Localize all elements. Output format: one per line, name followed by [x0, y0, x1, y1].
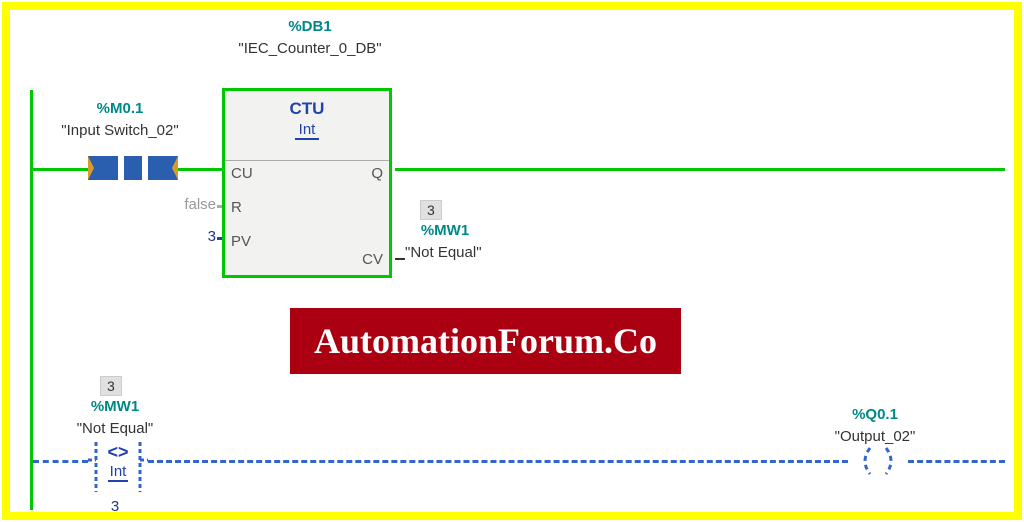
- ctu-header: CTU Int: [225, 91, 389, 161]
- normally-open-contact[interactable]: [88, 153, 178, 183]
- input-name-label: "Input Switch_02": [30, 122, 210, 139]
- ctu-cv-value-box: 3: [420, 200, 442, 220]
- output-coil[interactable]: [848, 446, 908, 476]
- wire-pv-stub: [217, 237, 222, 240]
- ctu-data-type: Int: [295, 121, 320, 140]
- compare-operator: <>: [88, 442, 148, 463]
- output-address: %Q0.1: [825, 406, 925, 423]
- wire-rail-to-compare: [33, 460, 88, 463]
- ctu-pin-cv: CV: [362, 251, 383, 268]
- ctu-db-name: "IEC_Counter_0_DB": [230, 40, 390, 57]
- wire-compare-to-coil: [148, 460, 848, 463]
- ctu-cv-name: "Not Equal": [405, 244, 525, 261]
- wire-q-output: [395, 168, 1005, 171]
- input-address-label: %M0.1: [50, 100, 190, 117]
- power-rail-left: [30, 90, 33, 510]
- ladder-canvas: %M0.1 "Input Switch_02" %DB1 "IEC_Counte…: [10, 10, 1014, 512]
- wire-cv-stub: [395, 258, 405, 260]
- ctu-pin-r: R: [231, 199, 242, 216]
- wire-r-stub: [217, 205, 222, 208]
- compare-value-box: 3: [100, 376, 122, 396]
- wire-contact-to-ctu: [178, 168, 222, 171]
- ctu-r-value: false: [160, 196, 216, 213]
- watermark-banner: AutomationForum.Co: [290, 308, 681, 374]
- compare-operand2: 3: [100, 498, 130, 515]
- wire-coil-to-right: [908, 460, 1005, 463]
- compare-address: %MW1: [65, 398, 165, 415]
- ctu-pin-q: Q: [371, 165, 383, 182]
- ctu-db-address: %DB1: [240, 18, 380, 35]
- ctu-block-type: CTU: [225, 99, 389, 119]
- ctu-pv-value: 3: [180, 228, 216, 245]
- compare-name: "Not Equal": [55, 420, 175, 437]
- ctu-cv-address: %MW1: [405, 222, 485, 239]
- ctu-pin-pv: PV: [231, 233, 251, 250]
- wire-rail-to-contact: [33, 168, 88, 171]
- ctu-pin-cu: CU: [231, 165, 253, 182]
- ctu-counter-block[interactable]: CTU Int CU R PV Q CV: [222, 88, 392, 278]
- output-name: "Output_02": [810, 428, 940, 445]
- compare-data-type: Int: [108, 463, 129, 482]
